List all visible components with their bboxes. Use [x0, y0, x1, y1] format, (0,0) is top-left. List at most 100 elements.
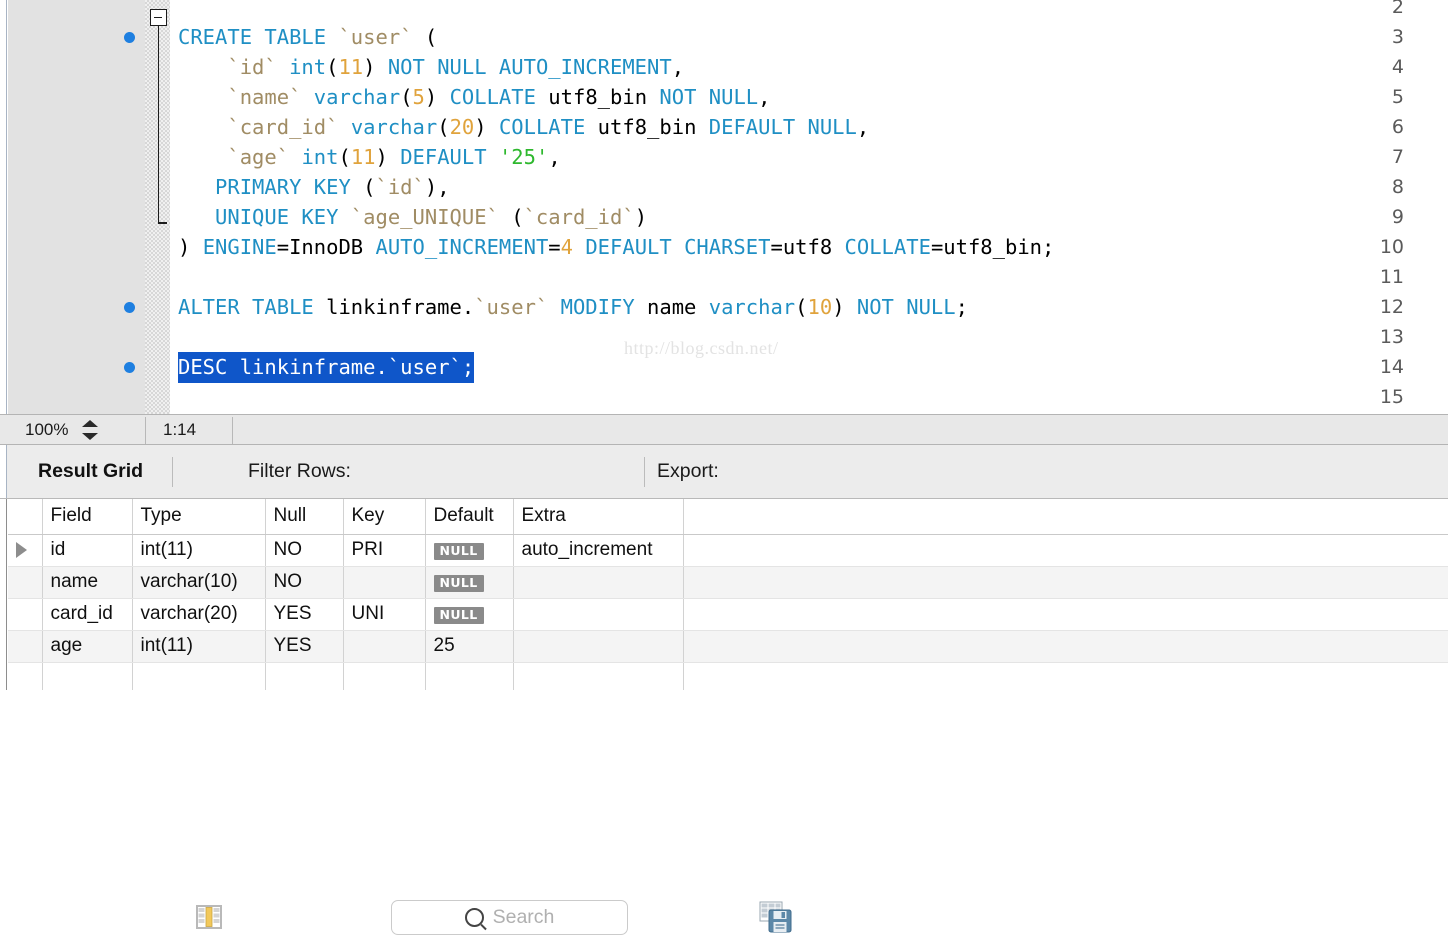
cell-type[interactable]: varchar(10)	[132, 566, 266, 599]
cell-extra[interactable]	[513, 598, 684, 631]
cell-extra[interactable]	[513, 662, 684, 690]
cell-type[interactable]: int(11)	[132, 630, 266, 663]
null-badge: NULL	[433, 575, 484, 593]
cell-blank[interactable]	[683, 534, 1448, 567]
column-header-null[interactable]: Null	[265, 499, 344, 535]
code-line[interactable]: `id` int(11) NOT NULL AUTO_INCREMENT,	[178, 52, 1448, 82]
cell-key[interactable]: PRI	[343, 534, 426, 567]
cell-key[interactable]	[343, 630, 426, 663]
code-line[interactable]: `card_id` varchar(20) COLLATE utf8_bin D…	[178, 112, 1448, 142]
breakpoint-marker-icon[interactable]	[124, 32, 135, 43]
table-row[interactable]	[8, 662, 1448, 690]
line-number: 15	[1379, 386, 1404, 408]
chevron-up-icon[interactable]	[82, 419, 99, 427]
search-input[interactable]: Search	[391, 900, 628, 935]
cell-null[interactable]: YES	[265, 630, 344, 663]
editor-status-bar: 100% 1:14	[0, 414, 1448, 445]
table-row[interactable]: card_id varchar(20) YES UNI NULL	[8, 598, 1448, 631]
search-icon	[464, 908, 484, 927]
line-number: 13	[1379, 326, 1404, 348]
sql-editor-pane[interactable]: 2 3 CREATE TABLE `user` (4 `id` int(11) NO…	[0, 0, 1448, 414]
result-grid[interactable]: Field Type Null Key Default Extra id int(…	[0, 499, 1448, 690]
result-grid-title: Result Grid	[38, 460, 144, 482]
watermark-text: http://blog.csdn.net/	[624, 338, 779, 358]
cell-type[interactable]: varchar(20)	[132, 598, 266, 631]
editor-left-edge	[0, 0, 7, 414]
zoom-control[interactable]: 100%	[8, 415, 145, 444]
cell-blank[interactable]	[683, 566, 1448, 599]
cell-null[interactable]: NO	[265, 534, 344, 567]
column-header-key[interactable]: Key	[343, 499, 426, 535]
status-divider-1	[145, 417, 146, 444]
code-line[interactable]: `age` int(11) DEFAULT '25',	[178, 142, 1448, 172]
row-marker[interactable]	[8, 630, 43, 663]
column-header-type[interactable]: Type	[132, 499, 266, 535]
cell-null[interactable]	[265, 662, 344, 690]
table-row[interactable]: name varchar(10) NO NULL	[8, 566, 1448, 599]
cell-default[interactable]	[425, 662, 514, 690]
cell-extra[interactable]	[513, 630, 684, 663]
breakpoint-marker-icon[interactable]	[124, 362, 135, 373]
cell-default[interactable]: 25	[425, 630, 514, 663]
table-row[interactable]: age int(11) YES 25	[8, 630, 1448, 663]
row-marker[interactable]	[8, 566, 43, 599]
cell-blank[interactable]	[683, 662, 1448, 690]
column-header-extra[interactable]: Extra	[513, 499, 684, 535]
line-number-gutter[interactable]	[8, 0, 145, 414]
cell-field[interactable]: card_id	[42, 598, 133, 631]
row-marker[interactable]	[8, 662, 43, 690]
cell-blank[interactable]	[683, 598, 1448, 631]
code-line[interactable]: `name` varchar(5) COLLATE utf8_bin NOT N…	[178, 82, 1448, 112]
cell-key[interactable]	[343, 566, 426, 599]
column-header-field[interactable]: Field	[42, 499, 133, 535]
export-label: Export:	[657, 460, 719, 482]
cell-default[interactable]: NULL	[425, 566, 514, 599]
breakpoint-marker-icon[interactable]	[124, 302, 135, 313]
table-row[interactable]: id int(11) NO PRI NULL auto_increment	[8, 534, 1448, 567]
fold-collapse-icon[interactable]	[150, 9, 167, 26]
cell-field[interactable]	[42, 662, 133, 690]
cell-field[interactable]: age	[42, 630, 133, 663]
code-line[interactable]: CREATE TABLE `user` (	[178, 22, 1448, 52]
code-line[interactable]: UNIQUE KEY `age_UNIQUE` (`card_id`)	[178, 202, 1448, 232]
cell-type[interactable]	[132, 662, 266, 690]
status-divider-2	[232, 417, 233, 444]
cell-field[interactable]: id	[42, 534, 133, 567]
line-number: 11	[1379, 266, 1404, 288]
search-placeholder: Search	[492, 906, 555, 928]
cell-null[interactable]: NO	[265, 566, 344, 599]
fold-range-end	[157, 222, 167, 224]
column-header-default[interactable]: Default	[425, 499, 514, 535]
code-line[interactable]: ALTER TABLE linkinframe.`user` MODIFY na…	[178, 292, 1448, 322]
chevron-down-icon[interactable]	[82, 432, 99, 440]
cell-key[interactable]: UNI	[343, 598, 426, 631]
cell-default[interactable]: NULL	[425, 534, 514, 567]
result-toolbar: Result Grid Filter Rows: Search Export:	[0, 445, 1448, 935]
cell-default[interactable]: NULL	[425, 598, 514, 631]
column-header-blank[interactable]	[683, 499, 1448, 535]
null-badge: NULL	[433, 543, 484, 561]
grid-view-icon[interactable]	[195, 903, 223, 931]
cell-null[interactable]: YES	[265, 598, 344, 631]
code-line[interactable]: PRIMARY KEY (`id`),	[178, 172, 1448, 202]
result-toolbar-left-edge	[0, 445, 7, 498]
current-row-caret-icon	[16, 541, 27, 558]
cell-extra[interactable]: auto_increment	[513, 534, 684, 567]
row-marker[interactable]	[8, 534, 43, 567]
line-number: 2	[1391, 0, 1404, 18]
row-marker-header	[8, 499, 43, 535]
zoom-stepper[interactable]	[82, 418, 99, 442]
cell-type[interactable]: int(11)	[132, 534, 266, 567]
cell-field[interactable]: name	[42, 566, 133, 599]
table-body[interactable]: id int(11) NO PRI NULL auto_increment name varc…	[8, 534, 1448, 690]
cell-key[interactable]	[343, 662, 426, 690]
code-line[interactable]: ) ENGINE=InnoDB AUTO_INCREMENT=4 DEFAULT…	[178, 232, 1448, 262]
code-line[interactable]: DESC linkinframe.`user`;	[178, 352, 1448, 383]
cell-extra[interactable]	[513, 566, 684, 599]
toolbar-divider-1	[172, 457, 173, 487]
toolbar-divider-2	[644, 457, 645, 487]
result-table[interactable]: Field Type Null Key Default Extra id int(…	[8, 499, 1448, 690]
export-save-icon[interactable]	[759, 900, 793, 934]
cell-blank[interactable]	[683, 630, 1448, 663]
row-marker[interactable]	[8, 598, 43, 631]
